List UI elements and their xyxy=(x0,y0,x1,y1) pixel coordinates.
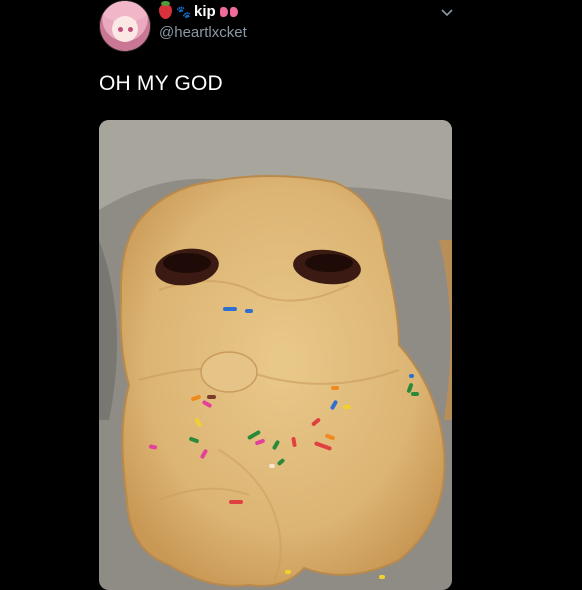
cookie-eye-left-inner xyxy=(163,253,211,273)
tweet-photo[interactable] xyxy=(99,120,452,590)
tweet-text: OH MY GOD xyxy=(99,72,223,95)
chevron-down-icon[interactable] xyxy=(440,6,454,20)
name-row[interactable]: 🐾 kip xyxy=(159,1,238,20)
paw-prints-icon: 🐾 xyxy=(176,4,191,19)
display-name[interactable]: kip xyxy=(194,3,216,20)
avatar-face xyxy=(112,16,138,42)
sprinkle xyxy=(223,307,237,311)
bow-icon xyxy=(219,6,238,18)
cookie-eye-right-inner xyxy=(305,254,353,272)
avatar-eye-left xyxy=(118,27,123,32)
user-handle[interactable]: @heartlxcket xyxy=(159,24,247,41)
sprinkle xyxy=(245,309,253,313)
cookie-photo xyxy=(99,120,452,590)
strawberry-icon xyxy=(159,1,172,19)
cookie-lump xyxy=(200,351,258,393)
avatar-eye-right xyxy=(128,27,133,32)
avatar[interactable] xyxy=(99,0,151,52)
